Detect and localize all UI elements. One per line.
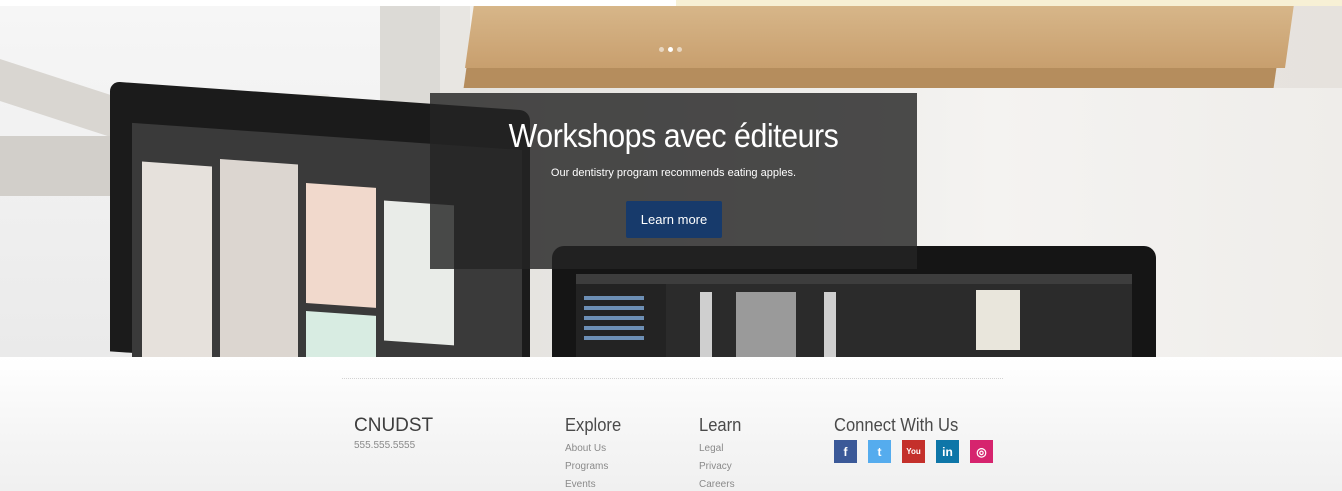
screen-tile <box>142 161 212 357</box>
screen-strip <box>700 292 712 357</box>
hero-carousel: Workshops avec éditeurs Our dentistry pr… <box>0 6 1342 357</box>
connect-heading: Connect With Us <box>834 415 959 435</box>
footer-link-programs[interactable]: Programs <box>565 461 608 472</box>
hero-background-shelf-edge <box>463 68 1277 88</box>
screen-side-panel <box>576 284 666 357</box>
screen-tile <box>306 183 376 308</box>
carousel-indicators <box>659 47 682 52</box>
carousel-caption: Workshops avec éditeurs Our dentistry pr… <box>430 93 917 269</box>
screen-tile <box>306 311 376 357</box>
footer-link-privacy[interactable]: Privacy <box>699 461 732 472</box>
footer-link-events[interactable]: Events <box>565 479 596 490</box>
screen-toolbar <box>576 274 1132 284</box>
caption-title: Workshops avec éditeurs <box>508 117 839 154</box>
screen-strip <box>736 292 796 357</box>
footer-link-careers[interactable]: Careers <box>699 479 735 490</box>
carousel-dot-2[interactable] <box>668 47 673 52</box>
site-footer: CNUDST 555.555.5555 Explore About Us Pro… <box>0 357 1342 491</box>
learn-heading: Learn <box>699 415 742 435</box>
footer-divider <box>342 378 1003 379</box>
linkedin-icon[interactable]: in <box>936 440 959 463</box>
footer-link-about-us[interactable]: About Us <box>565 443 606 454</box>
youtube-icon[interactable]: You <box>902 440 925 463</box>
screen-strip <box>824 292 836 357</box>
caption-subtitle: Our dentistry program recommends eating … <box>550 167 797 179</box>
learn-more-button[interactable]: Learn more <box>626 201 722 238</box>
carousel-dot-3[interactable] <box>677 47 682 52</box>
monitor-right-screen <box>576 274 1132 357</box>
screen-document <box>976 290 1020 350</box>
twitter-icon[interactable]: t <box>868 440 891 463</box>
instagram-icon[interactable]: ◎ <box>970 440 993 463</box>
footer-brand: CNUDST <box>354 415 434 436</box>
carousel-dot-1[interactable] <box>659 47 664 52</box>
screen-tile <box>220 159 298 357</box>
explore-heading: Explore <box>565 415 622 435</box>
facebook-icon[interactable]: f <box>834 440 857 463</box>
hero-background-shelf <box>465 6 1294 68</box>
footer-phone: 555.555.5555 <box>354 440 416 451</box>
footer-link-legal[interactable]: Legal <box>699 443 723 454</box>
